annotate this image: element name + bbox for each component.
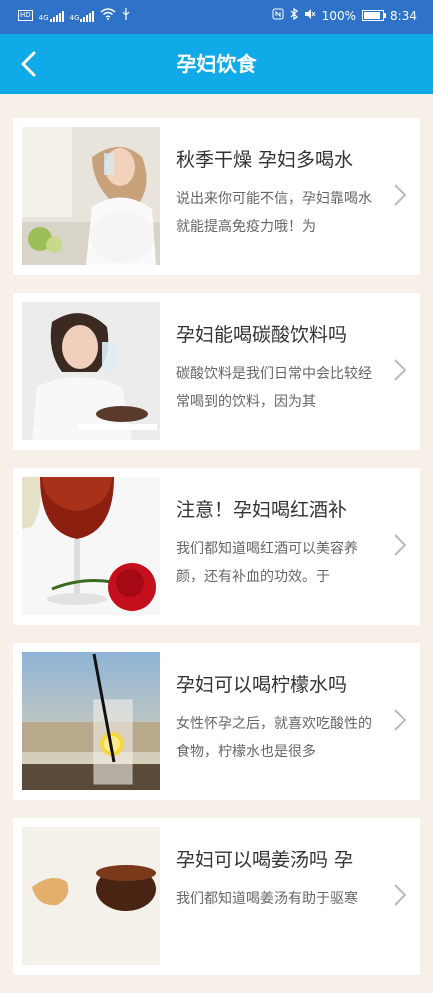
hd-badge: HD xyxy=(18,10,33,21)
status-left: HD 4G 4G xyxy=(18,8,130,23)
article-title: 孕妇能喝碳酸饮料吗 xyxy=(176,324,348,346)
status-bar: HD 4G 4G 100% 8:34 xyxy=(0,0,433,34)
mute-icon xyxy=(304,8,316,23)
red-wine-and-rose-image xyxy=(22,477,160,615)
lemon-water-glass-image xyxy=(22,652,160,790)
signal-2-icon: 4G xyxy=(70,10,95,22)
article-card[interactable]: 孕妇可以喝柠檬水吗 女性怀孕之后，就喜欢吃酸性的食物，柠檬水也是很多 xyxy=(13,643,420,800)
signal-1-icon: 4G xyxy=(39,10,64,22)
woman-with-glass-image xyxy=(22,302,160,440)
battery-icon xyxy=(362,10,387,21)
article-summary: 说出来你可能不信，孕妇靠喝水就能提高免疫力哦！为 xyxy=(176,191,372,235)
article-summary: 碳酸饮料是我们日常中会比较经常喝到的饮料，因为其 xyxy=(176,366,372,410)
chevron-right-icon xyxy=(394,884,407,906)
article-summary: 女性怀孕之后，就喜欢吃酸性的食物，柠檬水也是很多 xyxy=(176,716,372,760)
article-card[interactable]: 秋季干燥 孕妇多喝水 说出来你可能不信，孕妇靠喝水就能提高免疫力哦！为 xyxy=(13,118,420,275)
chevron-right-icon xyxy=(394,709,407,731)
battery-percent: 100% xyxy=(321,8,357,23)
pregnant-woman-drinking-water-image xyxy=(22,127,160,265)
article-title: 秋季干燥 孕妇多喝水 xyxy=(176,149,354,171)
clock: 8:34 xyxy=(390,8,417,23)
article-title: 注意！孕妇喝红酒补 xyxy=(176,499,348,521)
article-card[interactable]: 孕妇能喝碳酸饮料吗 碳酸饮料是我们日常中会比较经常喝到的饮料，因为其 xyxy=(13,293,420,450)
usb-icon xyxy=(122,8,130,23)
chevron-right-icon xyxy=(394,184,407,206)
article-list: 秋季干燥 孕妇多喝水 说出来你可能不信，孕妇靠喝水就能提高免疫力哦！为 孕妇能喝… xyxy=(13,118,420,993)
article-title: 孕妇可以喝姜汤吗 孕 xyxy=(176,849,354,871)
chevron-right-icon xyxy=(394,534,407,556)
nfc-icon xyxy=(272,8,284,23)
article-card[interactable]: 注意！孕妇喝红酒补 我们都知道喝红酒可以美容养颜，还有补血的功效。于 xyxy=(13,468,420,625)
article-summary: 我们都知道喝红酒可以美容养颜，还有补血的功效。于 xyxy=(176,541,358,585)
article-summary: 我们都知道喝姜汤有助于驱寒 xyxy=(176,891,358,907)
status-right: 100% 8:34 xyxy=(272,7,417,23)
page-title: 孕妇饮食 xyxy=(176,52,257,76)
title-bar: 孕妇饮食 xyxy=(0,34,433,94)
chevron-right-icon xyxy=(394,359,407,381)
ginger-tea-image xyxy=(22,827,160,965)
article-card[interactable]: 孕妇可以喝姜汤吗 孕 我们都知道喝姜汤有助于驱寒 xyxy=(13,818,420,975)
bluetooth-icon xyxy=(290,7,298,23)
article-title: 孕妇可以喝柠檬水吗 xyxy=(176,674,348,696)
wifi-icon xyxy=(100,8,116,23)
